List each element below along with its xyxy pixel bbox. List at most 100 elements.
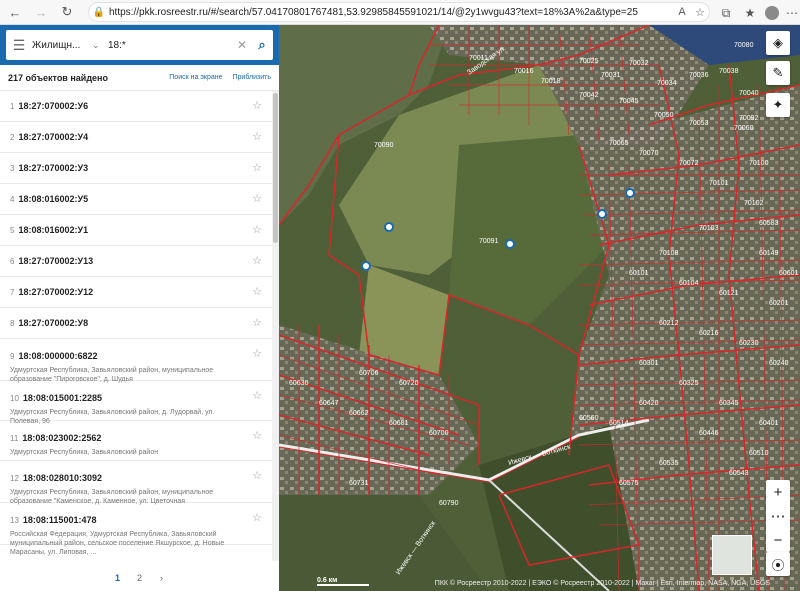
- star-icon[interactable]: ☆: [252, 285, 262, 298]
- zoom-more-button[interactable]: ⋯: [766, 504, 790, 528]
- parcel-label: 60420: [639, 400, 659, 407]
- search-bar: ☰ Жилищн... ⌄ 18:* ✕ ⌕: [0, 25, 279, 65]
- map-view[interactable]: 70011 70016 70018 70025 70031 70032 70034 70036…: [279, 25, 800, 591]
- parcel-label: 70025: [579, 58, 599, 65]
- list-item[interactable]: 8 18:27:070002:У8 ☆: [0, 308, 272, 339]
- list-item[interactable]: 3 18:27:070002:У3 ☆: [0, 153, 272, 184]
- list-item[interactable]: 10 18:08:015001:2285 Удмуртская Республика…: [0, 381, 272, 425]
- layers-icon[interactable]: ◈: [766, 31, 790, 55]
- list-item[interactable]: 7 18:27:070002:У12 ☆: [0, 277, 272, 308]
- parcel-label: 60446: [699, 430, 719, 437]
- list-item[interactable]: 4 18:08:016002:У5 ☆: [0, 184, 272, 215]
- basemap-thumbnail[interactable]: [712, 535, 752, 575]
- search-on-screen-link[interactable]: Поиск на экране: [169, 74, 222, 81]
- cadastral-number[interactable]: 18:27:070002:У12: [18, 287, 93, 297]
- page-1-link[interactable]: 1: [107, 573, 129, 583]
- star-icon[interactable]: ☆: [252, 389, 262, 402]
- pagination: 1 2 ›: [0, 565, 279, 591]
- locate-icon[interactable]: ✦: [766, 93, 790, 117]
- list-item[interactable]: 13 18:08:115001:478 Российская Федерация, …: [0, 503, 272, 556]
- parcel-label: 70016: [514, 68, 534, 75]
- cadastral-number[interactable]: 18:27:070002:У4: [18, 132, 88, 142]
- results-scrollbar[interactable]: [272, 91, 279, 561]
- item-index: 5: [10, 225, 15, 235]
- item-index: 3: [10, 163, 15, 173]
- parcel-label: 60535: [659, 460, 679, 467]
- page-2-link[interactable]: 2: [129, 573, 151, 583]
- list-item[interactable]: 9 18:08:000000:6822 Удмуртская Республика,…: [0, 339, 272, 383]
- zoom-in-button[interactable]: +: [766, 480, 790, 504]
- star-icon[interactable]: ☆: [252, 99, 262, 112]
- star-icon[interactable]: ☆: [252, 429, 262, 442]
- cadastral-number[interactable]: 18:08:023002:2562: [22, 433, 101, 443]
- profile-avatar[interactable]: [762, 2, 782, 24]
- clear-icon[interactable]: ✕: [233, 38, 251, 52]
- zoom-out-button[interactable]: −: [766, 528, 790, 552]
- list-item[interactable]: 1 18:27:070002:У6 ☆: [0, 91, 272, 122]
- cadastral-number[interactable]: 18:08:016002:У1: [18, 225, 88, 235]
- scrollbar-thumb[interactable]: [273, 93, 278, 243]
- search-icon[interactable]: ⌕: [251, 37, 273, 53]
- cadastral-number[interactable]: 18:27:070002:У6: [18, 101, 88, 111]
- parcel-label: 70100: [749, 160, 769, 167]
- search-type-select[interactable]: Жилищн...: [32, 40, 92, 51]
- parcel-label: 70031: [601, 72, 621, 79]
- chevron-down-icon[interactable]: ⌄: [92, 40, 106, 51]
- parcel-label: 60401: [759, 420, 779, 427]
- star-icon[interactable]: ☆: [252, 469, 262, 482]
- cadastral-number[interactable]: 18:27:070002:У8: [18, 318, 88, 328]
- list-item[interactable]: 2 18:27:070002:У4 ☆: [0, 122, 272, 153]
- star-icon[interactable]: ☆: [252, 347, 262, 360]
- star-icon[interactable]: ☆: [252, 192, 262, 205]
- list-item[interactable]: 11 18:08:023002:2562 Удмуртская Республика…: [0, 421, 272, 461]
- parcel-label: 70101: [709, 180, 729, 187]
- cadastral-number[interactable]: 18:27:070002:У3: [18, 163, 88, 173]
- cadastral-number[interactable]: 18:08:028010:3092: [23, 473, 102, 483]
- star-icon[interactable]: ☆: [252, 130, 262, 143]
- reload-icon[interactable]: ↻: [56, 1, 78, 23]
- cadastral-number[interactable]: 18:08:015001:2285: [23, 393, 102, 403]
- forward-icon[interactable]: →: [30, 1, 52, 23]
- parcel-label: 70091: [479, 238, 499, 245]
- search-box: ☰ Жилищн... ⌄ 18:* ✕ ⌕: [6, 30, 273, 60]
- star-icon[interactable]: ☆: [252, 316, 262, 329]
- parcel-label: 60345: [719, 400, 739, 407]
- scale-bar: 0.6 км: [317, 577, 369, 586]
- parcel-label: 70038: [719, 68, 739, 75]
- parcel-label: 70108: [659, 250, 679, 257]
- star-icon[interactable]: ☆: [252, 223, 262, 236]
- star-icon[interactable]: ☆: [252, 511, 262, 524]
- cadastral-number[interactable]: 18:08:000000:6822: [18, 351, 97, 361]
- cadastral-number[interactable]: 18:08:016002:У5: [18, 194, 88, 204]
- parcel-label: 60104: [679, 280, 699, 287]
- search-input[interactable]: 18:*: [106, 40, 233, 51]
- parcel-label: 70018: [541, 78, 561, 85]
- more-menu-icon[interactable]: ⋯: [782, 2, 800, 24]
- item-index: 13: [10, 516, 19, 525]
- favorite-star-icon[interactable]: ☆: [691, 6, 709, 19]
- back-icon[interactable]: ←: [4, 1, 26, 23]
- ruler-icon[interactable]: ✎: [766, 61, 790, 85]
- address-bar[interactable]: 🔒 https://pkk.rosreestr.ru/#/search/57.0…: [88, 2, 710, 22]
- parcel-label: 60706: [359, 370, 379, 377]
- star-icon[interactable]: ☆: [252, 254, 262, 267]
- zoom-in-link[interactable]: Приблизить: [233, 74, 272, 81]
- lock-icon: 🔒: [92, 6, 106, 18]
- next-page-link[interactable]: ›: [151, 573, 173, 583]
- collections-icon[interactable]: ⧉: [716, 2, 736, 24]
- parcel-label: 70103: [699, 225, 719, 232]
- list-item[interactable]: 5 18:08:016002:У1 ☆: [0, 215, 272, 246]
- cadastral-number[interactable]: 18:08:115001:478: [23, 515, 97, 525]
- favorites-icon[interactable]: ★: [740, 2, 760, 24]
- parcel-label: 60720: [399, 380, 419, 387]
- parcel-label: 60543: [729, 470, 749, 477]
- read-aloud-icon[interactable]: A: [673, 6, 691, 18]
- hamburger-menu-icon[interactable]: ☰: [6, 37, 32, 54]
- star-icon[interactable]: ☆: [252, 161, 262, 174]
- compass-icon[interactable]: ⦿: [766, 552, 790, 576]
- item-index: 4: [10, 194, 15, 204]
- cadastral-number[interactable]: 18:27:070002:У13: [18, 256, 93, 266]
- list-item[interactable]: 12 18:08:028010:3092 Удмуртская Республика…: [0, 461, 272, 505]
- address-url[interactable]: https://pkk.rosreestr.ru/#/search/57.041…: [109, 7, 673, 18]
- list-item[interactable]: 6 18:27:070002:У13 ☆: [0, 246, 272, 277]
